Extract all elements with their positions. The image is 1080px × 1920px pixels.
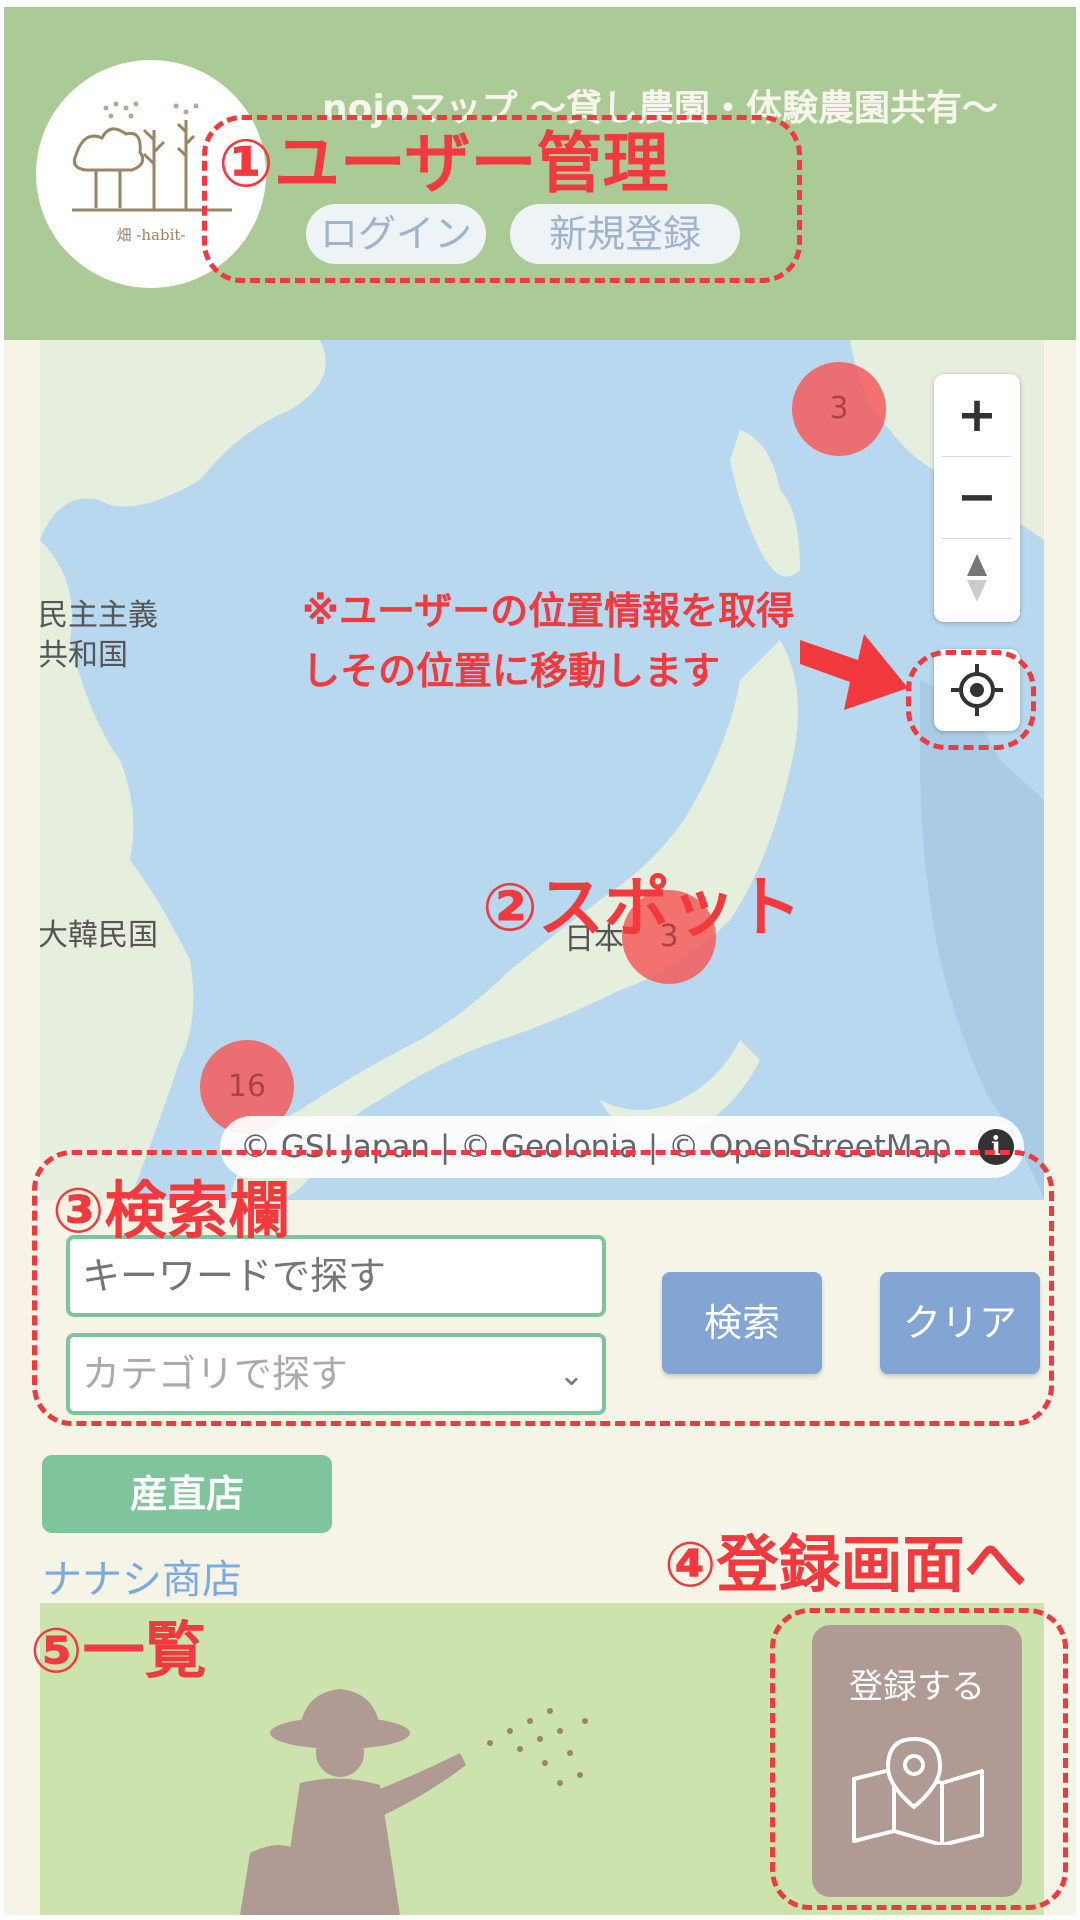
map-label: 大韓民国: [40, 918, 158, 953]
map[interactable]: 民主主義 共和国 大韓民国 日本 3 3 16 + − © GSI Japan …: [40, 340, 1044, 1200]
annotation-user-management: ①ユーザー管理: [218, 125, 669, 202]
annotation-box-locate: [906, 650, 1036, 750]
annotation-list: ⑤一覧: [30, 1614, 207, 1687]
annotation-location-note: しその位置に移動します: [302, 649, 721, 693]
map-zoom-control: + −: [934, 374, 1020, 622]
compass-button[interactable]: [934, 538, 1020, 620]
zoom-out-button[interactable]: −: [934, 456, 1020, 538]
zoom-in-button[interactable]: +: [934, 374, 1020, 456]
spot-cluster[interactable]: 3: [792, 362, 886, 456]
annotation-location-note: ※ユーザーの位置情報を取得: [302, 589, 795, 633]
map-label: 共和国: [40, 638, 128, 673]
shop-link[interactable]: ナナシ商店: [42, 1547, 242, 1605]
map-label: 民主主義: [40, 598, 158, 633]
annotation-register: ④登録画面へ: [664, 1528, 1027, 1601]
category-tag: 産直店: [42, 1455, 332, 1533]
annotation-spot: ②スポット: [482, 869, 802, 946]
compass-icon: [967, 554, 987, 602]
annotation-box-register: [770, 1608, 1068, 1910]
map-terrain: [40, 340, 1044, 1200]
annotation-search: ③検索欄: [52, 1174, 291, 1247]
annotation-arrow-icon: [800, 634, 908, 710]
